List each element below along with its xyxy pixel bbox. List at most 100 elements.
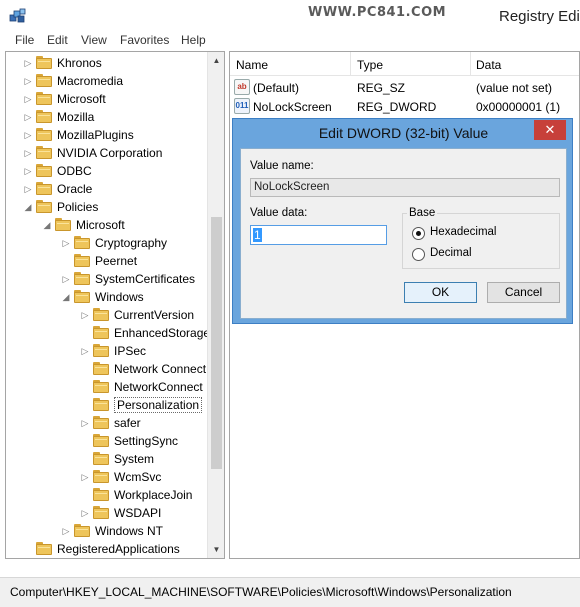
watermark-text: WWW.PC841.COM xyxy=(308,5,447,20)
column-header-type[interactable]: Type xyxy=(357,58,383,72)
tree-item[interactable]: WorkplaceJoin xyxy=(6,486,206,504)
scroll-down-arrow-icon[interactable]: ▼ xyxy=(208,541,224,558)
tree-item[interactable]: ◢ Policies xyxy=(6,198,206,216)
tree-item[interactable]: ▷ MozillaPlugins xyxy=(6,126,206,144)
tree-item[interactable]: SettingSync xyxy=(6,432,206,450)
value-name-field: NoLockScreen xyxy=(250,178,560,197)
expand-arrow-icon[interactable]: ▷ xyxy=(23,75,33,87)
tree-item-label: CurrentVersion xyxy=(114,308,195,322)
tree-item-label: NetworkConnect xyxy=(114,380,203,394)
expand-arrow-icon[interactable]: ▷ xyxy=(23,129,33,141)
tree-item[interactable]: Peernet xyxy=(6,252,206,270)
base-group: Base Hexadecimal Decimal xyxy=(402,207,560,269)
tree-item[interactable]: ▷ Windows NT xyxy=(6,522,206,540)
tree-item[interactable]: Network Connect xyxy=(6,360,206,378)
value-row-default[interactable]: ab (Default) REG_SZ (value not set) xyxy=(230,78,579,97)
value-data: 0x00000001 (1) xyxy=(476,100,561,114)
expand-arrow-icon[interactable]: ▷ xyxy=(61,525,71,537)
expand-arrow-icon[interactable]: ▷ xyxy=(80,309,90,321)
scroll-thumb[interactable] xyxy=(211,217,222,469)
expand-arrow-icon[interactable]: ▷ xyxy=(61,273,71,285)
list-header: Name Type Data xyxy=(230,52,579,76)
tree-item-label: MozillaPlugins xyxy=(57,128,134,142)
tree-item[interactable]: ▷ Mozilla xyxy=(6,108,206,126)
menu-favorites[interactable]: Favorites xyxy=(120,33,169,47)
radio-label-hexadecimal: Hexadecimal xyxy=(430,226,497,238)
radio-checked-icon[interactable] xyxy=(412,227,425,240)
tree-item-label: Microsoft xyxy=(57,92,106,106)
column-divider[interactable] xyxy=(350,52,351,76)
tree-item-label: IPSec xyxy=(114,344,147,358)
folder-icon xyxy=(36,164,52,177)
tree-item[interactable]: ▷ WcmSvc xyxy=(6,468,206,486)
tree-item-label: Cryptography xyxy=(95,236,168,250)
scroll-up-arrow-icon[interactable]: ▲ xyxy=(208,52,224,69)
close-icon[interactable]: ✕ xyxy=(534,120,566,140)
folder-icon xyxy=(74,236,90,249)
tree-item[interactable]: ▷ WSDAPI xyxy=(6,504,206,522)
folder-icon xyxy=(55,218,71,231)
value-type: REG_DWORD xyxy=(357,100,437,114)
tree-item[interactable]: ▷ Microsoft xyxy=(6,90,206,108)
tree-item[interactable]: ▷ Oracle xyxy=(6,180,206,198)
expand-arrow-icon[interactable]: ▷ xyxy=(23,93,33,105)
value-row-nolockscreen[interactable]: 011 NoLockScreen REG_DWORD 0x00000001 (1… xyxy=(230,97,579,116)
tree-item[interactable]: ◢ Microsoft xyxy=(6,216,206,234)
tree-item[interactable]: ▷ Macromedia xyxy=(6,72,206,90)
menu-view[interactable]: View xyxy=(81,33,107,47)
tree-item[interactable]: ▷ NVIDIA Corporation xyxy=(6,144,206,162)
expand-arrow-icon[interactable]: ▷ xyxy=(61,237,71,249)
folder-icon xyxy=(36,200,52,213)
tree-item[interactable]: ▷ CurrentVersion xyxy=(6,306,206,324)
column-header-data[interactable]: Data xyxy=(476,58,501,72)
column-divider[interactable] xyxy=(470,52,471,76)
tree-item-label: Windows xyxy=(95,290,144,304)
collapse-arrow-icon[interactable]: ◢ xyxy=(42,219,52,231)
key-tree[interactable]: ▷ Khronos ▷ Macromedia ▷ Microsoft ▷ Mozilla ▷ Mo… xyxy=(5,51,225,559)
tree-item[interactable]: ▷ Cryptography xyxy=(6,234,206,252)
folder-icon xyxy=(93,380,109,393)
folder-icon xyxy=(36,92,52,105)
tree-item[interactable]: RegisteredApplications xyxy=(6,540,206,558)
folder-icon xyxy=(36,542,52,555)
tree-item[interactable]: ▷ ODBC xyxy=(6,162,206,180)
expand-arrow-icon[interactable]: ▷ xyxy=(80,471,90,483)
collapse-arrow-icon[interactable]: ◢ xyxy=(61,291,71,303)
expand-arrow-icon[interactable]: ▷ xyxy=(23,147,33,159)
string-value-icon: ab xyxy=(234,79,250,95)
tree-item[interactable]: NetworkConnect xyxy=(6,378,206,396)
window-title: Registry Edito xyxy=(499,8,580,25)
menu-help[interactable]: Help xyxy=(181,33,206,47)
tree-item[interactable]: System xyxy=(6,450,206,468)
tree-scrollbar[interactable]: ▲ ▼ xyxy=(207,52,224,558)
folder-icon xyxy=(74,254,90,267)
value-data-input[interactable]: 1 xyxy=(250,225,387,245)
collapse-arrow-icon[interactable]: ◢ xyxy=(23,201,33,213)
expand-arrow-icon[interactable]: ▷ xyxy=(23,111,33,123)
tree-item[interactable]: ▷ SystemCertificates xyxy=(6,270,206,288)
menu-file[interactable]: File xyxy=(15,33,34,47)
tree-item-label: WSDAPI xyxy=(114,506,162,520)
expand-arrow-icon[interactable]: ▷ xyxy=(23,165,33,177)
expand-arrow-icon[interactable]: ▷ xyxy=(23,183,33,195)
tree-item-label: Macromedia xyxy=(57,74,124,88)
cancel-button[interactable]: Cancel xyxy=(487,282,560,303)
menu-edit[interactable]: Edit xyxy=(47,33,68,47)
status-path: Computer\HKEY_LOCAL_MACHINE\SOFTWARE\Pol… xyxy=(10,585,512,599)
tree-item-label: Mozilla xyxy=(57,110,95,124)
expand-arrow-icon[interactable]: ▷ xyxy=(80,507,90,519)
expand-arrow-icon[interactable]: ▷ xyxy=(80,345,90,357)
tree-item[interactable]: EnhancedStorage xyxy=(6,324,210,342)
column-header-name[interactable]: Name xyxy=(236,58,268,72)
tree-item[interactable]: Personalization xyxy=(6,396,206,414)
radio-unchecked-icon[interactable] xyxy=(412,248,425,261)
expand-arrow-icon[interactable]: ▷ xyxy=(80,417,90,429)
tree-item[interactable]: ▷ safer xyxy=(6,414,206,432)
tree-item[interactable]: ◢ Windows xyxy=(6,288,206,306)
radio-label-decimal: Decimal xyxy=(430,247,472,259)
ok-button[interactable]: OK xyxy=(404,282,477,303)
tree-item[interactable]: ▷ IPSec xyxy=(6,342,206,360)
tree-item[interactable]: ▷ Khronos xyxy=(6,54,206,72)
tree-item-label: safer xyxy=(114,416,141,430)
expand-arrow-icon[interactable]: ▷ xyxy=(23,57,33,69)
